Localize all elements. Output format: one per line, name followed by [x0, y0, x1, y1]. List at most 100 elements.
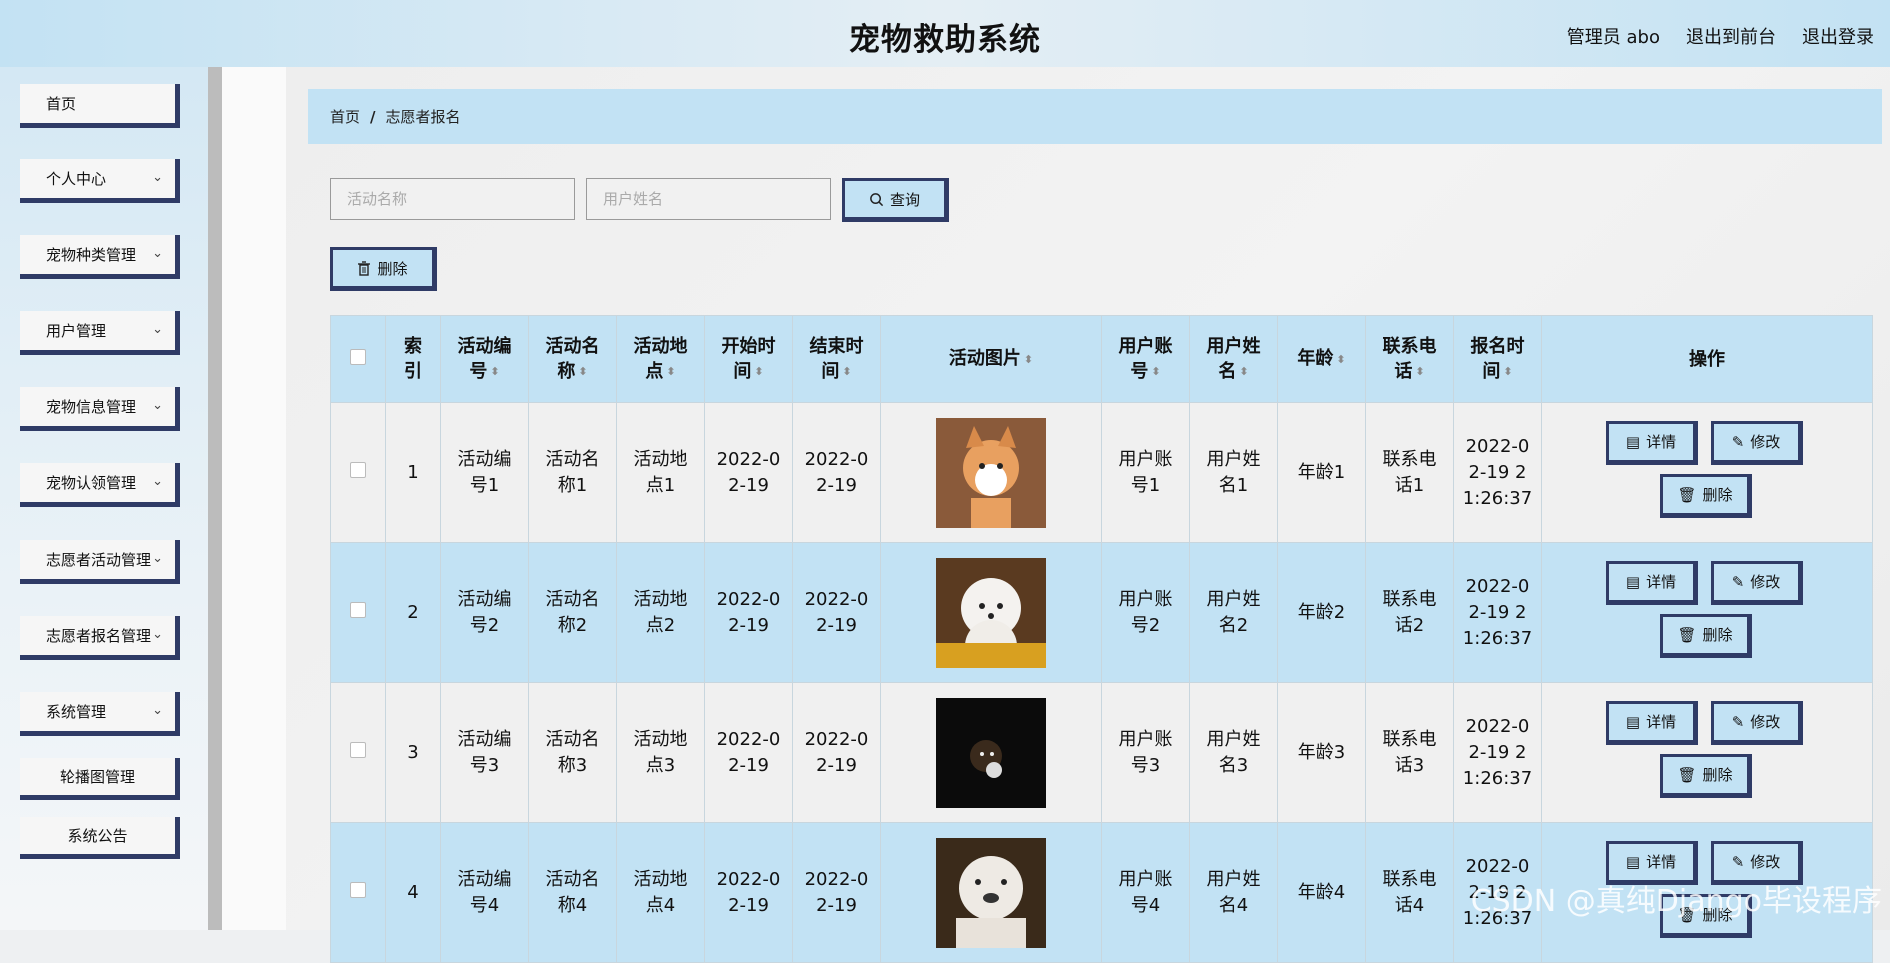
end-time-cell-text: 2022-0 [804, 588, 869, 610]
sidebar-gap [222, 67, 286, 930]
activity-name-cell: 活动名 称1 [528, 402, 617, 543]
logout-link[interactable]: 退出登录 [1802, 23, 1874, 49]
column-header-label: 话 [1394, 360, 1413, 382]
activity-name-cell-text: 活动名 [545, 868, 600, 890]
select-all-checkbox[interactable] [350, 348, 366, 365]
row-select-cell[interactable] [330, 402, 386, 543]
column-header-9[interactable]: 用户姓名 ⬍ [1189, 315, 1278, 403]
end-time-cell: 2022-0 2-19 [792, 402, 881, 543]
user-account-cell-text: 号3 [1130, 754, 1161, 776]
activity-image-cell [880, 542, 1102, 683]
register-time-cell-text: 2022-0 [1465, 855, 1530, 877]
edit-button[interactable]: ✎ 修改 [1711, 421, 1803, 465]
top-links: 管理员 abo 退出到前台 退出登录 [1567, 23, 1874, 49]
edit-button[interactable]: ✎ 修改 [1711, 701, 1803, 745]
detail-button[interactable]: ▤ 详情 [1606, 561, 1698, 605]
sidebar-item-8[interactable]: 志愿者报名管理 ⌄ [20, 616, 180, 660]
column-header-7[interactable]: 活动图片 ⬍ [880, 315, 1102, 403]
activity-place-cell-text: 活动地 [633, 588, 688, 610]
user-account-cell-text: 用户账 [1118, 588, 1173, 610]
sidebar-item-11[interactable]: 系统公告 [20, 817, 180, 859]
end-time-cell-text: 2022-0 [804, 868, 869, 890]
detail-button[interactable]: ▤ 详情 [1606, 701, 1698, 745]
sidebar-item-3[interactable]: 宠物种类管理 ⌄ [20, 235, 180, 279]
breadcrumb-home[interactable]: 首页 [330, 106, 360, 127]
document-icon: ▤ [1625, 713, 1641, 731]
column-header-5[interactable]: 开始时间 ⬍ [704, 315, 793, 403]
sort-icon[interactable]: ⬍ [1415, 365, 1424, 378]
row-checkbox[interactable] [350, 881, 366, 898]
sidebar-item-10[interactable]: 轮播图管理 [20, 758, 180, 800]
activity-image-cell [880, 402, 1102, 543]
activity-place-cell-text: 点1 [645, 474, 676, 496]
column-header-4[interactable]: 活动地点 ⬍ [616, 315, 705, 403]
detail-label: 详情 [1646, 433, 1677, 451]
start-time-cell-text: 2-19 [728, 614, 769, 636]
activity-name-input[interactable] [330, 178, 575, 220]
column-header-label: 间 [821, 360, 840, 382]
sort-icon[interactable]: ⬍ [1336, 353, 1345, 366]
sidebar-item-6[interactable]: 宠物认领管理 ⌄ [20, 463, 180, 507]
user-account-cell: 用户账 号4 [1101, 822, 1190, 963]
sidebar-scrollbar[interactable] [208, 67, 222, 930]
column-header-6[interactable]: 结束时间 ⬍ [792, 315, 881, 403]
chevron-down-icon: ⌄ [152, 551, 163, 566]
row-select-cell[interactable] [330, 822, 386, 963]
column-header-10[interactable]: 年龄 ⬍ [1277, 315, 1366, 403]
detail-button[interactable]: ▤ 详情 [1606, 421, 1698, 465]
trash-icon: 🗑 [1677, 486, 1697, 504]
delete-label: 删除 [1702, 766, 1733, 784]
column-header-label: 号 [469, 360, 488, 382]
activity-place-cell: 活动地 点1 [616, 402, 705, 543]
sidebar-item-4[interactable]: 用户管理 ⌄ [20, 311, 180, 355]
sort-icon[interactable]: ⬍ [666, 365, 675, 378]
row-select-cell[interactable] [330, 542, 386, 683]
start-time-cell-text: 2022-0 [716, 868, 781, 890]
sort-icon[interactable]: ⬍ [842, 365, 851, 378]
sort-icon[interactable]: ⬍ [754, 365, 763, 378]
back-to-frontend-link[interactable]: 退出到前台 [1686, 23, 1776, 49]
delete-button[interactable]: 🗑 删除 [1660, 614, 1752, 658]
sidebar-item-1[interactable]: 首页 [20, 84, 180, 128]
column-header-11[interactable]: 联系电话 ⬍ [1365, 315, 1454, 403]
sort-icon[interactable]: ⬍ [578, 365, 587, 378]
column-header-12[interactable]: 报名时间 ⬍ [1453, 315, 1542, 403]
batch-delete-label: 删除 [377, 259, 408, 278]
sort-icon[interactable]: ⬍ [490, 365, 499, 378]
sidebar-item-2[interactable]: 个人中心 ⌄ [20, 159, 180, 203]
delete-button[interactable]: 🗑 删除 [1660, 754, 1752, 798]
sidebar-item-9[interactable]: 系统管理 ⌄ [20, 692, 180, 736]
sort-icon[interactable]: ⬍ [1239, 365, 1248, 378]
column-header-2[interactable]: 活动编号 ⬍ [440, 315, 529, 403]
end-time-cell: 2022-0 2-19 [792, 682, 881, 823]
row-select-cell[interactable] [330, 682, 386, 823]
column-header-3[interactable]: 活动名称 ⬍ [528, 315, 617, 403]
delete-button[interactable]: 🗑 删除 [1660, 474, 1752, 518]
admin-user-link[interactable]: 管理员 abo [1567, 23, 1660, 49]
register-time-cell: 2022-0 2-19 2 1:26:37 [1453, 542, 1542, 683]
query-button[interactable]: 查询 [842, 178, 949, 222]
select-all-cell[interactable] [330, 315, 386, 403]
sort-icon[interactable]: ⬍ [1024, 353, 1033, 366]
row-checkbox[interactable] [350, 461, 366, 478]
row-checkbox[interactable] [350, 601, 366, 618]
register-time-cell-text: 2-19 2 [1468, 461, 1527, 483]
index-cell: 3 [385, 682, 441, 823]
activity-name-cell: 活动名 称3 [528, 682, 617, 823]
activity-place-cell: 活动地 点4 [616, 822, 705, 963]
sidebar-item-7[interactable]: 志愿者活动管理 ⌄ [20, 540, 180, 584]
sort-icon[interactable]: ⬍ [1503, 365, 1512, 378]
user-name-cell: 用户姓 名1 [1189, 402, 1278, 543]
activity-place-cell-text: 活动地 [633, 728, 688, 750]
sort-icon[interactable]: ⬍ [1151, 365, 1160, 378]
phone-cell-text: 联系电 [1382, 448, 1437, 470]
column-header-8[interactable]: 用户账号 ⬍ [1101, 315, 1190, 403]
edit-button[interactable]: ✎ 修改 [1711, 561, 1803, 605]
batch-delete-button[interactable]: 删除 [330, 247, 437, 291]
register-time-cell-text: 1:26:37 [1462, 767, 1533, 789]
row-checkbox[interactable] [350, 741, 366, 758]
activity-name-cell-text: 称3 [557, 754, 588, 776]
user-name-input[interactable] [586, 178, 831, 220]
sidebar-item-5[interactable]: 宠物信息管理 ⌄ [20, 387, 180, 431]
detail-label: 详情 [1646, 713, 1677, 731]
